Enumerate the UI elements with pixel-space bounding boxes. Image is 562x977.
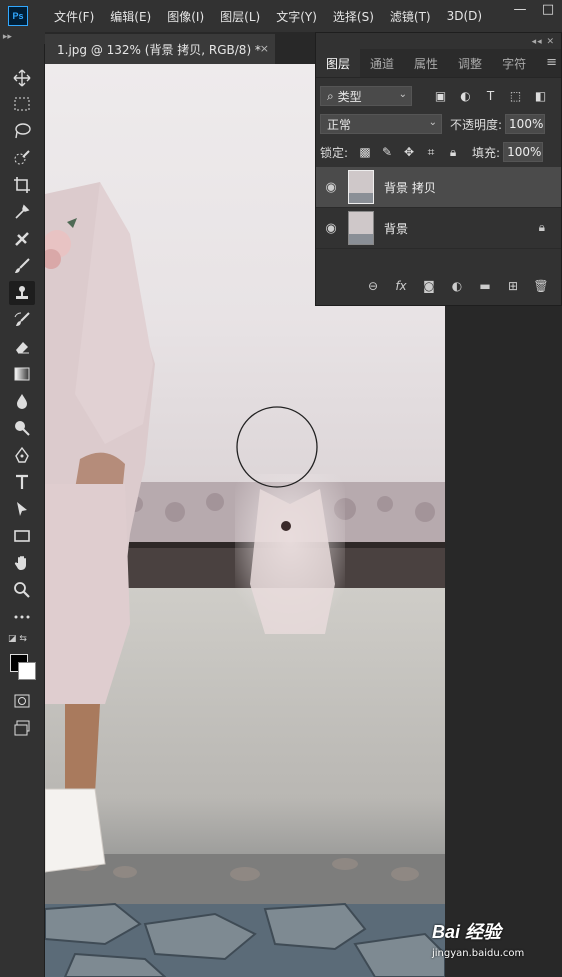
eye-icon[interactable]: ◉ <box>316 180 346 195</box>
layer-row[interactable]: ◉ 背景 拷贝 <box>316 167 561 208</box>
baidu-watermark: Bai 经验 jingyan.baidu.com <box>428 910 558 968</box>
tab-character[interactable]: 字符 <box>492 49 536 77</box>
lock-row: 锁定: ▩ ✎ ✥ ⌗ 🔒︎ 填充: 100% <box>320 141 558 163</box>
watermark-url: jingyan.baidu.com <box>432 948 525 959</box>
lock-label: 锁定: <box>320 145 349 160</box>
crop-icon[interactable] <box>9 173 35 197</box>
adjustment-filter-icon[interactable]: ◐ <box>453 87 478 105</box>
fill-label: 填充: <box>472 145 501 160</box>
lock-position-icon[interactable]: ✥ <box>398 145 420 160</box>
menu-bar: Ps 文件(F) 编辑(E) 图像(I) 图层(L) 文字(Y) 选择(S) 滤… <box>0 0 562 32</box>
menu-layer[interactable]: 图层(L) <box>220 8 260 25</box>
layers-panel: ◂◂ ✕ 图层 通道 属性 调整 字符 ≡ ⌕ 类型 ⌄ ▣ ◐ T ⬚ ◧ 正… <box>315 32 562 306</box>
document-tab[interactable]: 1.jpg @ 132% (背景 拷贝, RGB/8) * × <box>45 34 275 64</box>
pixel-filter-icon[interactable]: ▣ <box>428 87 453 105</box>
blend-row: 正常 ⌄ 不透明度: 100% <box>320 113 558 135</box>
background-color-swatch[interactable] <box>18 662 36 680</box>
watermark-brand: Bai 经验 <box>432 922 502 942</box>
chevron-down-icon: ⌄ <box>398 89 407 100</box>
dodge-icon[interactable] <box>9 416 35 440</box>
menu-edit[interactable]: 编辑(E) <box>110 8 151 25</box>
rectangle-icon[interactable] <box>9 524 35 548</box>
layers-panel-footer: ⊖ fx ◙ ◐ ▬ ⊞ 🗑︎ <box>316 273 561 299</box>
opacity-input[interactable]: 100% <box>505 114 546 134</box>
more-icon[interactable] <box>9 605 35 629</box>
hand-icon[interactable] <box>9 551 35 575</box>
layer-filter-row: ⌕ 类型 ⌄ ▣ ◐ T ⬚ ◧ <box>320 85 558 107</box>
menu-select[interactable]: 选择(S) <box>333 8 374 25</box>
eyedropper-icon[interactable] <box>9 200 35 224</box>
swap-colors-icon[interactable]: ◪ ⇆ <box>8 634 27 644</box>
search-icon: ⌕ <box>327 88 334 103</box>
quick-select-icon[interactable] <box>9 146 35 170</box>
filter-kind-label: 类型 <box>337 89 362 104</box>
lock-icon: 🔒︎ <box>538 220 545 234</box>
blend-mode-value: 正常 <box>327 117 352 132</box>
screen-mode-icon[interactable] <box>9 716 35 740</box>
tab-channels[interactable]: 通道 <box>360 49 404 77</box>
adjustment-layer-icon[interactable]: ◐ <box>443 279 471 293</box>
menu-file[interactable]: 文件(F) <box>54 8 94 25</box>
lock-pixels-icon[interactable]: ✎ <box>376 145 398 160</box>
tab-properties[interactable]: 属性 <box>404 49 448 77</box>
layer-filter-dropdown[interactable]: ⌕ 类型 ⌄ <box>320 86 412 106</box>
clone-stamp-icon[interactable] <box>9 281 35 305</box>
menu-filter[interactable]: 滤镜(T) <box>390 8 431 25</box>
blur-icon[interactable] <box>9 389 35 413</box>
layer-name: 背景 拷贝 <box>384 180 436 195</box>
zoom-icon[interactable] <box>9 578 35 602</box>
menu-type[interactable]: 文字(Y) <box>276 8 317 25</box>
tools-panel: ◪ ⇆ <box>0 44 45 977</box>
healing-icon[interactable] <box>9 227 35 251</box>
document-title: 1.jpg @ 132% (背景 拷贝, RGB/8) * <box>57 42 261 57</box>
brush-icon[interactable] <box>9 254 35 278</box>
layer-name: 背景 <box>384 221 409 236</box>
layer-row[interactable]: ◉ 背景 🔒︎ <box>316 208 561 249</box>
layer-style-icon[interactable]: fx <box>387 279 415 293</box>
chevron-down-icon: ⌄ <box>428 117 437 128</box>
fill-input[interactable]: 100% <box>503 142 544 162</box>
photoshop-logo: Ps <box>8 6 28 26</box>
window-controls: — □ <box>506 0 562 20</box>
panel-collapse-icon[interactable]: ◂◂ ✕ <box>532 37 555 47</box>
pen-icon[interactable] <box>9 443 35 467</box>
menu-image[interactable]: 图像(I) <box>167 8 204 25</box>
type-filter-icon[interactable]: T <box>478 87 503 105</box>
quick-mask-icon[interactable] <box>9 689 35 713</box>
add-mask-icon[interactable]: ◙ <box>415 279 443 293</box>
layer-thumbnail <box>348 211 374 245</box>
maximize-button[interactable]: □ <box>534 0 562 18</box>
blend-mode-dropdown[interactable]: 正常 ⌄ <box>320 114 442 134</box>
type-icon[interactable] <box>9 470 35 494</box>
tab-layers[interactable]: 图层 <box>316 49 361 77</box>
gradient-icon[interactable] <box>9 362 35 386</box>
eraser-icon[interactable] <box>9 335 35 359</box>
smart-object-filter-icon[interactable]: ◧ <box>528 87 553 105</box>
lock-transparent-icon[interactable]: ▩ <box>354 145 376 160</box>
panel-menu-icon[interactable]: ≡ <box>546 55 557 70</box>
menu-3d[interactable]: 3D(D) <box>447 9 482 23</box>
delete-layer-icon[interactable]: 🗑︎ <box>527 279 555 293</box>
move-icon[interactable] <box>9 66 35 90</box>
link-layers-icon[interactable]: ⊖ <box>359 279 387 293</box>
shape-filter-icon[interactable]: ⬚ <box>503 87 528 105</box>
lock-artboard-icon[interactable]: ⌗ <box>420 145 442 160</box>
layer-thumbnail <box>348 170 374 204</box>
tab-adjustments[interactable]: 调整 <box>448 49 492 77</box>
history-brush-icon[interactable] <box>9 308 35 332</box>
opacity-label: 不透明度: <box>450 117 503 132</box>
marquee-icon[interactable] <box>9 92 35 116</box>
minimize-button[interactable]: — <box>506 0 534 18</box>
eye-icon[interactable]: ◉ <box>316 221 346 236</box>
new-layer-icon[interactable]: ⊞ <box>499 279 527 293</box>
close-tab-icon[interactable]: × <box>260 42 269 55</box>
lasso-icon[interactable] <box>9 119 35 143</box>
lock-all-icon[interactable]: 🔒︎ <box>442 145 464 160</box>
toolbar-collapse[interactable]: ▸▸ <box>0 32 45 44</box>
path-select-icon[interactable] <box>9 497 35 521</box>
panel-tab-bar: 图层 通道 属性 调整 字符 <box>316 49 561 78</box>
new-group-icon[interactable]: ▬ <box>471 279 499 293</box>
